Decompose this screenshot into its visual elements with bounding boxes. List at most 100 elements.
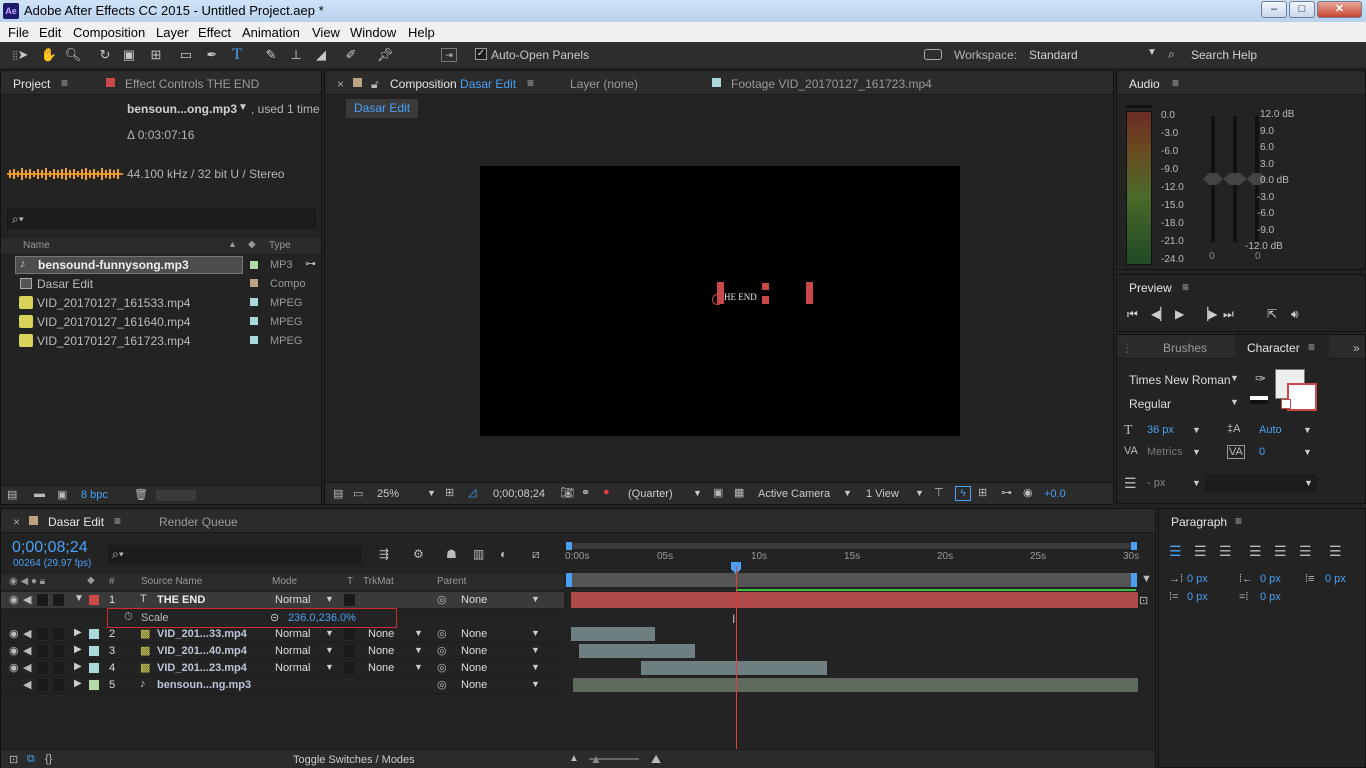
graph-editor-icon[interactable]: ⧄ [532, 547, 540, 562]
kerning-dropdown-icon[interactable]: ▼ [1192, 447, 1201, 457]
pick-whip-icon[interactable]: ◎ [437, 593, 447, 606]
space-after-value[interactable]: 0 px [1260, 591, 1281, 603]
time-ruler[interactable]: 0:00s 05s 10s 15s 20s 25s 30s [565, 538, 1139, 591]
last-frame-icon[interactable]: ⏭ [1223, 307, 1234, 322]
expand-panel-icon[interactable]: » [1353, 341, 1360, 355]
mode-dropdown-icon[interactable]: ▼ [325, 645, 334, 655]
eyedropper-icon[interactable]: ✑ [1255, 371, 1266, 387]
roto-brush-tool-icon[interactable]: ✐ [342, 46, 360, 64]
video-visibility-icon[interactable]: ◉ [9, 593, 19, 606]
clone-stamp-tool-icon[interactable]: ⊥ [287, 46, 305, 64]
audio-icon[interactable]: ◀ [23, 644, 31, 657]
expand-arrow-icon[interactable]: ▶ [74, 644, 82, 655]
rectangle-tool-icon[interactable]: ▭ [177, 46, 195, 64]
tab-project[interactable]: Project [13, 77, 50, 91]
collapse-arrow-icon[interactable]: ▼ [74, 593, 84, 604]
current-time[interactable]: 0;00;08;24 [493, 488, 545, 500]
playhead-line[interactable] [736, 566, 737, 749]
font-style-select[interactable]: Regular [1129, 397, 1171, 411]
tracking-dropdown-icon[interactable]: ▼ [1303, 447, 1312, 457]
thumbnail-slider[interactable] [156, 490, 196, 501]
resolution-dropdown-icon[interactable]: ▼ [693, 488, 702, 498]
layer-label-color[interactable] [89, 663, 99, 673]
list-item[interactable]: VID_20170127_161640.mp4 [15, 313, 243, 331]
rotate-tool-icon[interactable]: ↻ [96, 46, 114, 64]
justify-all-icon[interactable]: ☰ [1329, 543, 1342, 560]
snapping-icon[interactable]: ⇥ [441, 48, 457, 62]
trkmat-dropdown-icon[interactable]: ▼ [414, 662, 423, 672]
tab-layer[interactable]: Layer (none) [570, 77, 638, 91]
size-dropdown-icon[interactable]: ▼ [1192, 425, 1201, 435]
parent-dropdown-icon[interactable]: ▼ [531, 628, 540, 638]
draft-3d-icon[interactable]: ⚙ [413, 547, 424, 561]
text-layer-handle[interactable] [762, 283, 769, 290]
audio-icon[interactable]: ◀ [23, 627, 31, 640]
item-label-color[interactable] [250, 279, 258, 287]
layer-source-name[interactable]: VID_201...40.mp4 [157, 645, 247, 657]
type-tool-icon[interactable]: T [228, 46, 246, 64]
item-label-color[interactable] [250, 317, 258, 325]
snapshot-icon[interactable]: 📷︎ [560, 486, 574, 499]
pick-whip-icon[interactable]: ◎ [437, 627, 447, 640]
zoom-in-icon[interactable]: ⛰ [651, 752, 661, 767]
text-layer-handle[interactable] [806, 282, 813, 304]
first-frame-icon[interactable]: ⏮ [1127, 307, 1138, 322]
mode-dropdown-icon[interactable]: ▼ [325, 662, 334, 672]
parent-select[interactable]: None [461, 645, 487, 657]
comp-mini-flowchart-icon[interactable]: ⇶ [379, 547, 389, 561]
font-size-value[interactable]: 36 px [1147, 424, 1174, 436]
flowchart-icon[interactable]: ⊶ [1001, 486, 1012, 499]
preserve-transparency-switch[interactable] [344, 645, 355, 657]
list-item[interactable]: VID_20170127_161533.mp4 [15, 294, 243, 312]
work-area-start[interactable] [566, 573, 572, 587]
layer-switches-icon[interactable]: ⊡ [9, 753, 18, 766]
work-area-bar[interactable] [569, 573, 1135, 587]
loop-icon[interactable]: ⇱ [1267, 307, 1277, 321]
eraser-tool-icon[interactable]: ◢ [312, 46, 330, 64]
toggle-switches-modes-button[interactable]: Toggle Switches / Modes [293, 754, 415, 766]
clip-indicator[interactable] [1126, 105, 1152, 108]
transfer-controls-icon[interactable]: ⧉ [27, 753, 35, 766]
exposure-value[interactable]: +0.0 [1044, 488, 1066, 500]
item-label-color[interactable] [250, 298, 258, 306]
leading-value[interactable]: Auto [1259, 424, 1282, 436]
used-dropdown-icon[interactable]: ▼ [238, 102, 248, 113]
paragraph-title[interactable]: Paragraph [1171, 515, 1227, 529]
channels-icon[interactable]: ● [603, 486, 610, 498]
puppet-pin-tool-icon[interactable]: 📌︎ [376, 46, 394, 64]
always-preview-icon[interactable]: ▤ [333, 487, 343, 500]
layer-bar-audio-5[interactable] [573, 678, 1138, 692]
menu-edit[interactable]: Edit [39, 25, 61, 40]
stopwatch-icon[interactable]: ⏱ [124, 611, 133, 624]
lock-switch[interactable] [53, 645, 64, 657]
zoom-dropdown-icon[interactable]: ▼ [427, 488, 436, 498]
item-label-color[interactable] [250, 261, 258, 269]
layer-bar-vid-3[interactable] [579, 644, 695, 658]
list-item[interactable]: VID_20170127_161723.mp4 [15, 332, 243, 350]
timeline-search-input[interactable]: ⌕▾ [108, 545, 362, 564]
new-folder-icon[interactable]: ▬ [34, 488, 45, 500]
audio-icon[interactable]: ◀ [23, 661, 31, 674]
panel-menu-icon[interactable]: ≡ [114, 514, 121, 528]
layer-bar-vid-2[interactable] [571, 627, 655, 641]
audio-title[interactable]: Audio [1129, 77, 1160, 91]
menu-file[interactable]: File [8, 25, 29, 40]
scale-value[interactable]: 236.0,236.0% [288, 612, 356, 624]
new-composition-icon[interactable]: ▣ [57, 488, 67, 501]
audio-icon[interactable]: ◀ [23, 678, 31, 691]
stroke-dropdown-icon[interactable]: ▼ [1192, 478, 1201, 488]
menu-composition[interactable]: Composition [73, 25, 145, 40]
panel-menu-icon[interactable]: ≡ [1235, 514, 1242, 528]
col-trkmat-header[interactable]: TrkMat [363, 576, 394, 587]
comp-breadcrumb[interactable]: Dasar Edit [346, 99, 419, 118]
menu-animation[interactable]: Animation [242, 25, 300, 40]
layer-source-name[interactable]: VID_201...33.mp4 [157, 628, 247, 640]
lock-switch[interactable] [53, 594, 64, 606]
close-button[interactable]: ✕ [1317, 1, 1362, 18]
video-visibility-icon[interactable]: ◉ [9, 661, 19, 674]
align-center-icon[interactable]: ☰ [1194, 543, 1207, 560]
tracking-value[interactable]: 0 [1259, 446, 1265, 458]
panel-menu-icon[interactable]: ≡ [1172, 76, 1179, 90]
align-left-icon[interactable]: ☰ [1169, 543, 1182, 560]
table-row[interactable]: ◉ ◀ ▶ 4 ▩ VID_201...23.mp4 Normal ▼ None ▼ ◎ None ▼ [1, 660, 564, 677]
